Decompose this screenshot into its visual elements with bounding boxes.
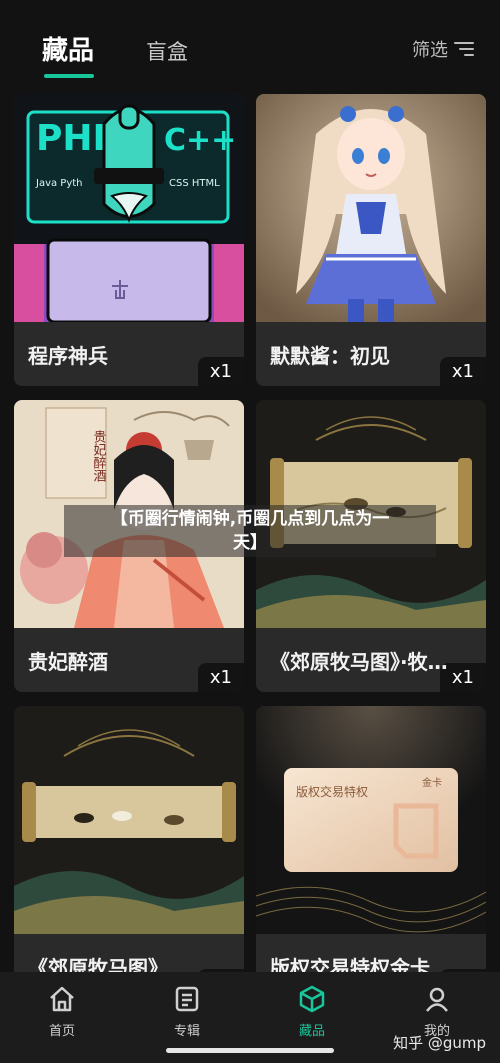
collection-cube-icon xyxy=(297,984,327,1014)
css-label: CSS HTML xyxy=(169,178,220,189)
card-badge-text: 金卡 xyxy=(422,776,442,789)
cpp-sign: C++ xyxy=(164,123,236,158)
collection-card[interactable]: 版权交易特权 金卡 x1 版权交易特权金卡 xyxy=(256,706,486,998)
card-title: 《郊原牧马图》·牧… xyxy=(270,650,448,674)
collection-card[interactable]: x1 《郊原牧马图》 xyxy=(14,706,244,998)
filter-icon xyxy=(454,42,474,56)
home-icon xyxy=(47,984,77,1014)
tab-blind-box[interactable]: 盲盒 xyxy=(146,36,188,66)
card-artwork-programmer: PHP C++ Java Pyth CSS HTML xyxy=(14,94,244,322)
card-name: 版权交易特权 xyxy=(296,784,368,799)
nav-profile[interactable]: 我的 xyxy=(397,984,477,1039)
nav-collection[interactable]: 藏品 xyxy=(272,984,352,1039)
nav-home[interactable]: 首页 xyxy=(22,984,102,1039)
filter-button[interactable]: 筛选 xyxy=(412,36,474,62)
profile-icon xyxy=(422,984,452,1014)
nav-label: 首页 xyxy=(48,1024,75,1039)
watermark: 知乎 @gump xyxy=(393,1034,486,1052)
card-title: 程序神兵 xyxy=(28,344,108,368)
tab-active-indicator xyxy=(44,74,94,78)
poem-title: 贵妃醉酒 xyxy=(91,430,107,482)
card-title: 默默酱：初见 xyxy=(270,344,390,368)
collection-card[interactable]: PHP C++ Java Pyth CSS HTML x1 程序神兵 xyxy=(14,94,244,386)
card-artwork-gold-card: 版权交易特权 金卡 xyxy=(256,706,486,934)
nav-label: 藏品 xyxy=(298,1024,325,1039)
overlay-banner: 【币圈行情闹钟,币圈几点到几点为一 天】 xyxy=(64,505,436,557)
nav-album[interactable]: 专辑 xyxy=(147,984,227,1039)
album-icon xyxy=(172,984,202,1014)
java-label: Java Pyth xyxy=(35,178,83,189)
card-artwork-anime-girl xyxy=(256,94,486,322)
card-title: 贵妃醉酒 xyxy=(28,650,108,674)
collection-card[interactable]: x1 默默酱：初见 xyxy=(256,94,486,386)
filter-label: 筛选 xyxy=(412,40,448,61)
card-artwork-scroll-painting xyxy=(14,706,244,934)
nav-label: 专辑 xyxy=(173,1024,200,1039)
tab-collection[interactable]: 藏品 xyxy=(42,30,94,67)
home-indicator xyxy=(166,1048,334,1053)
header: 藏品 盲盒 筛选 xyxy=(0,0,500,90)
banner-line-1: 【币圈行情闹钟,币圈几点到几点为一 xyxy=(110,509,390,529)
banner-line-2: 天】 xyxy=(233,533,267,553)
